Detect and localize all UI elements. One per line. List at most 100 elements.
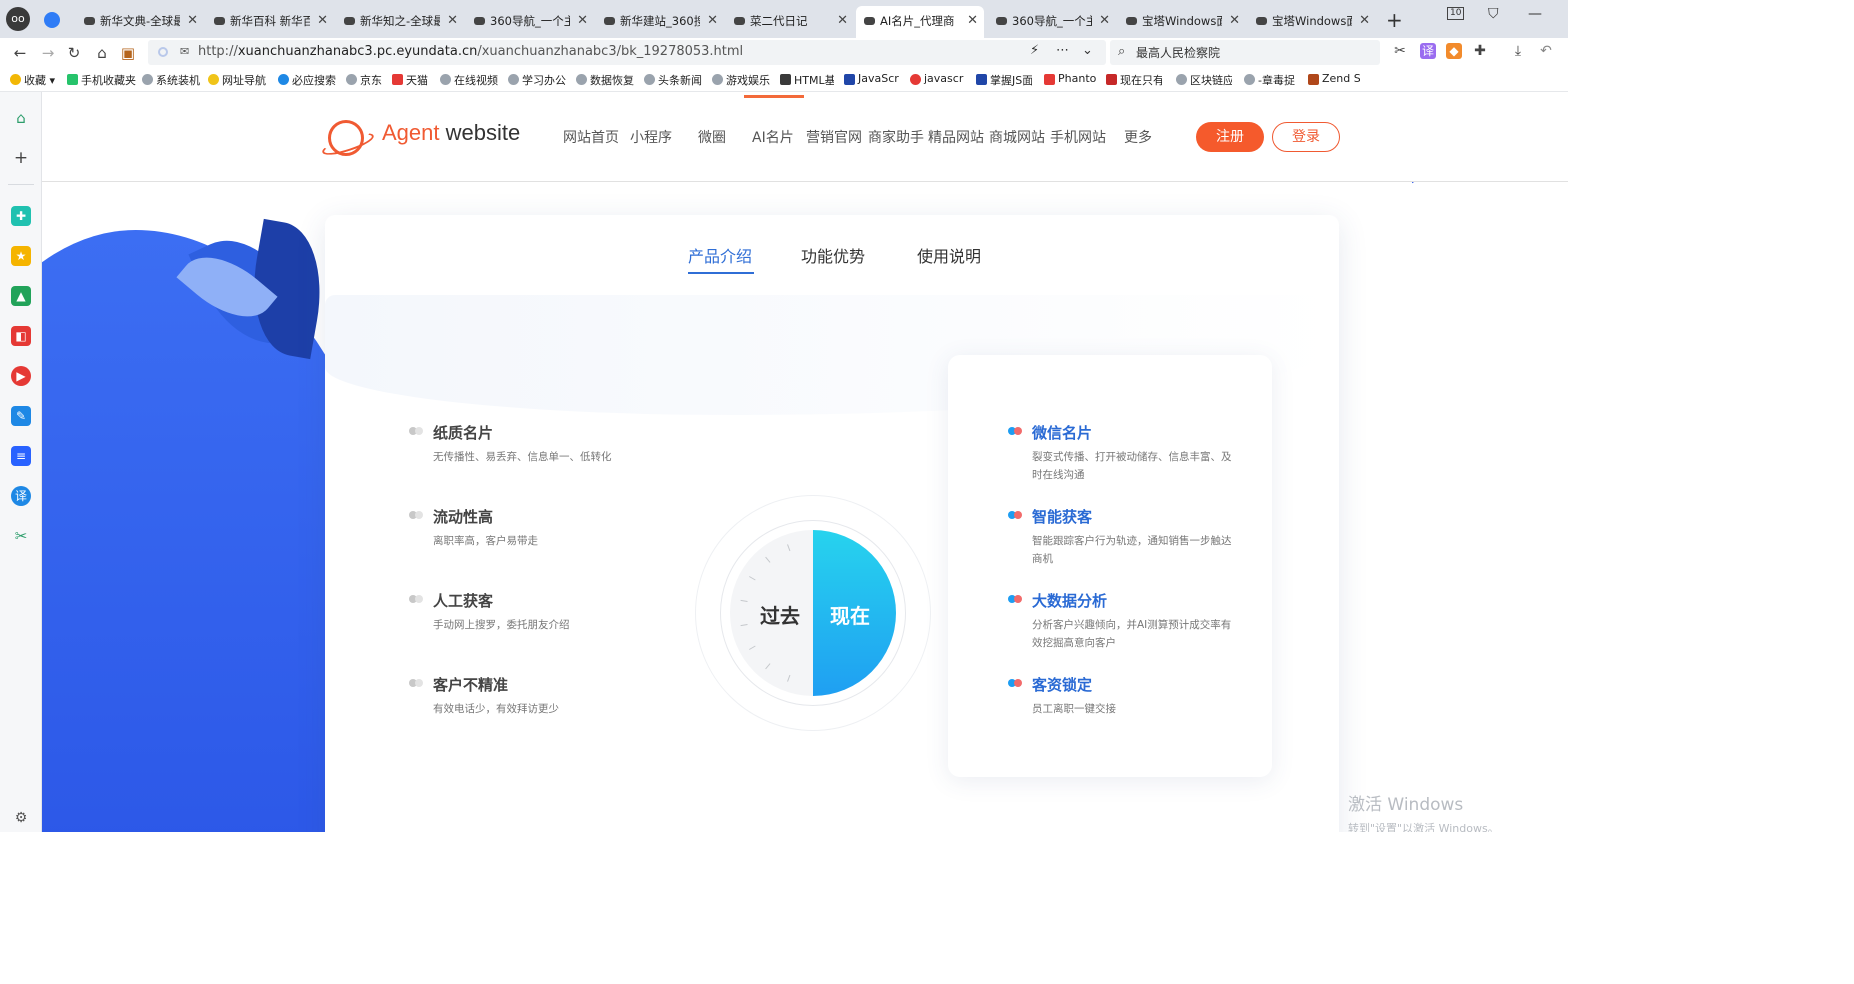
- browser-tab[interactable]: 菜二代日记 ✕: [726, 6, 854, 38]
- bookmark-item[interactable]: 游戏娱乐: [712, 72, 770, 88]
- nav-item-more[interactable]: 更多: [1124, 127, 1152, 147]
- more-icon[interactable]: ⋯: [1056, 43, 1069, 58]
- ai-write-icon[interactable]: ✎: [11, 406, 31, 426]
- tab-favicon-icon: [1256, 17, 1267, 25]
- search-box[interactable]: ⌕: [1110, 40, 1380, 65]
- shirt-icon[interactable]: ⛉: [1488, 6, 1499, 22]
- browser-tab[interactable]: 新华知之-全球最 ✕: [336, 6, 464, 38]
- chevron-down-icon[interactable]: ⌄: [1082, 43, 1093, 58]
- bookmark-item[interactable]: Phanto: [1044, 72, 1096, 85]
- tab-close-icon[interactable]: ✕: [187, 6, 198, 36]
- ai-image-icon[interactable]: ▲: [11, 286, 31, 306]
- bookmark-item[interactable]: 网址导航: [208, 72, 266, 88]
- browser-tab[interactable]: 新华建站_360搜 ✕: [596, 6, 724, 38]
- reload-icon[interactable]: ↻: [64, 42, 84, 64]
- nav-item-marketing-site[interactable]: 营销官网: [806, 127, 862, 147]
- navigation-icon[interactable]: [44, 12, 60, 28]
- tab-features[interactable]: 功能优势: [801, 243, 865, 267]
- nav-item-mobile-site[interactable]: 手机网站: [1050, 127, 1106, 147]
- nav-item-mall-site[interactable]: 商城网站: [989, 127, 1045, 147]
- url-text[interactable]: http://xuanchuanzhanabc3.pc.eyundata.cn/…: [198, 44, 743, 59]
- ai-doc-icon[interactable]: ≡: [11, 446, 31, 466]
- nav-item-weiquan[interactable]: 微圈: [698, 127, 726, 147]
- bookmark-item[interactable]: javascr: [910, 72, 966, 85]
- search-input[interactable]: [1136, 43, 1366, 62]
- browser-tab-active[interactable]: AI名片_代理商 ✕: [856, 6, 984, 38]
- bookmark-item[interactable]: 现在只有: [1106, 72, 1162, 88]
- add-icon[interactable]: +: [11, 148, 31, 168]
- bookmark-item[interactable]: 数据恢复: [576, 72, 634, 88]
- bookmark-item[interactable]: HTML基: [780, 72, 834, 88]
- scissors-icon[interactable]: ✂: [11, 526, 31, 546]
- bookmark-item[interactable]: 收藏 ▾: [10, 72, 55, 88]
- bookmark-item[interactable]: 学习办公: [508, 72, 566, 88]
- ai-pdf-icon[interactable]: ◧: [11, 326, 31, 346]
- ai-video-icon[interactable]: ▶: [11, 366, 31, 386]
- bookmark-item[interactable]: 必应搜索: [278, 72, 336, 88]
- browser-logo-icon[interactable]: oo: [6, 7, 30, 31]
- settings-gear-icon[interactable]: ⚙: [11, 808, 31, 828]
- bookmark-item[interactable]: Zend St: [1308, 72, 1360, 85]
- nav-item-merchant-helper[interactable]: 商家助手: [868, 127, 924, 147]
- forward-icon[interactable]: →: [38, 42, 58, 64]
- tab-close-icon[interactable]: ✕: [317, 6, 328, 36]
- back-icon[interactable]: ←: [10, 42, 30, 64]
- nav-item-premium-site[interactable]: 精品网站: [928, 127, 984, 147]
- lightning-icon[interactable]: ⚡: [1030, 43, 1039, 58]
- bookmark-item[interactable]: 在线视频: [440, 72, 498, 88]
- translate-ext-icon[interactable]: 译: [1420, 43, 1436, 59]
- scissors-icon[interactable]: ✂: [1392, 43, 1408, 59]
- tab-close-icon[interactable]: ✕: [577, 6, 588, 36]
- star-icon[interactable]: ★: [11, 246, 31, 266]
- download-icon[interactable]: ⤓: [1510, 43, 1526, 59]
- browser-tab[interactable]: 新华文典-全球最 ✕: [76, 6, 204, 38]
- game-ext-icon[interactable]: ◆: [1446, 43, 1462, 59]
- login-button[interactable]: 登录: [1272, 122, 1340, 152]
- bookmark-item[interactable]: 系统装机: [142, 72, 202, 88]
- tab-close-icon[interactable]: ✕: [1229, 6, 1240, 36]
- undo-icon[interactable]: ↶: [1538, 43, 1554, 59]
- tab-product-intro[interactable]: 产品介绍: [688, 243, 752, 267]
- home-icon[interactable]: ⌂: [92, 42, 112, 64]
- bookmark-item[interactable]: 区块链应: [1176, 72, 1232, 88]
- home-icon[interactable]: ⌂: [11, 108, 31, 128]
- tab-close-icon[interactable]: ✕: [707, 6, 718, 36]
- register-button[interactable]: 注册: [1196, 122, 1264, 152]
- product-card: 产品介绍 功能优势 使用说明 纸质名片 无传播性、易丢弃、信息单一、低转化 流动…: [325, 215, 1339, 832]
- tab-favicon-icon: [214, 17, 225, 25]
- tab-close-icon[interactable]: ✕: [447, 6, 458, 36]
- planet-logo-icon[interactable]: [328, 120, 364, 156]
- bookmark-item[interactable]: 头条新闻: [644, 72, 702, 88]
- minimize-icon[interactable]: —: [1528, 6, 1542, 22]
- tab-count-badge[interactable]: 10: [1447, 7, 1465, 20]
- translate-icon[interactable]: 译: [11, 486, 31, 506]
- site-logo[interactable]: Agent website: [382, 120, 520, 146]
- app-icon[interactable]: ✚: [11, 206, 31, 226]
- tab-close-icon[interactable]: ✕: [837, 6, 848, 36]
- bookmark-item[interactable]: 天猫: [392, 72, 428, 88]
- bookmark-item[interactable]: 掌握JS面: [976, 72, 1032, 88]
- tab-close-icon[interactable]: ✕: [1359, 6, 1370, 36]
- address-bar[interactable]: ✉ http://xuanchuanzhanabc3.pc.eyundata.c…: [148, 40, 1106, 65]
- extensions-icon[interactable]: ✚: [1472, 43, 1488, 59]
- tab-close-icon[interactable]: ✕: [967, 6, 978, 36]
- tab-usage[interactable]: 使用说明: [917, 243, 981, 267]
- browser-tab[interactable]: 新华百科 新华百 ✕: [206, 6, 334, 38]
- briefcase-icon[interactable]: ▣: [118, 42, 138, 64]
- bookmark-item[interactable]: 京东: [346, 72, 382, 88]
- nav-item-miniprogram[interactable]: 小程序: [630, 127, 672, 147]
- globe-icon: [1244, 74, 1255, 85]
- tab-close-icon[interactable]: ✕: [1099, 6, 1110, 36]
- nav-item-ai-card[interactable]: AI名片: [752, 127, 794, 147]
- bookmark-item[interactable]: -章毒捉: [1244, 72, 1300, 88]
- bookmark-item[interactable]: JavaScr: [844, 72, 900, 85]
- browser-tab[interactable]: 360导航_一个主 ✕: [988, 6, 1116, 38]
- security-shield-icon[interactable]: [158, 47, 168, 57]
- browser-tab[interactable]: 宝塔Windows面 ✕: [1118, 6, 1246, 38]
- browser-tab[interactable]: 宝塔Windows面 ✕: [1248, 6, 1376, 38]
- site-info-icon[interactable]: ✉: [180, 45, 189, 58]
- browser-tab[interactable]: 360导航_一个主 ✕: [466, 6, 594, 38]
- nav-item-home[interactable]: 网站首页: [563, 127, 619, 147]
- bookmark-item[interactable]: 手机收藏夹: [67, 72, 136, 88]
- new-tab-icon[interactable]: +: [1386, 8, 1403, 32]
